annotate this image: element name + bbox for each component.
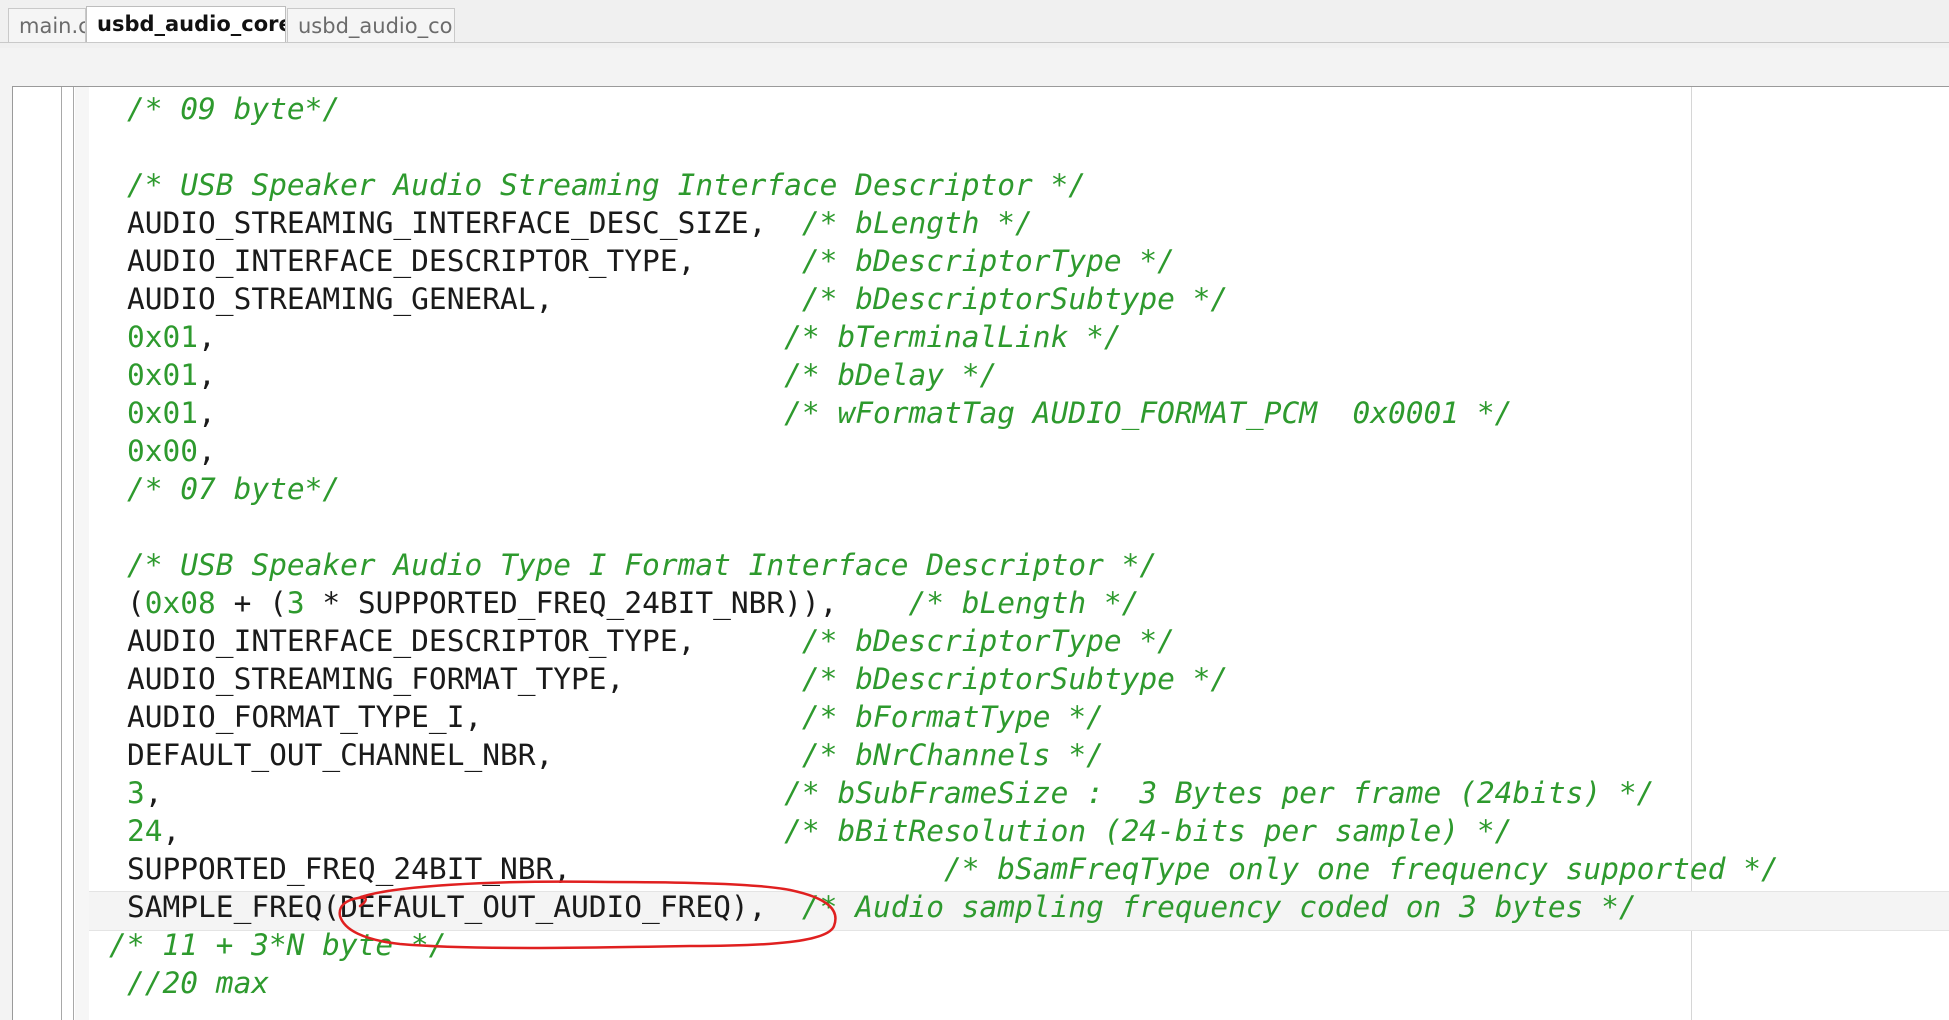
comment: /* bDelay */ <box>784 358 998 392</box>
comment: /* 09 byte*/ <box>127 92 341 126</box>
code-token: AUDIO_FORMAT_TYPE_I, <box>127 700 802 734</box>
fold-margin <box>75 87 89 1020</box>
code-line: //20 max <box>127 964 269 1002</box>
code-token: AUDIO_INTERFACE_DESCRIPTOR_TYPE, <box>127 244 802 278</box>
comment: /* bLength */ <box>908 586 1140 620</box>
code-token: ( <box>127 586 145 620</box>
tab-main-c[interactable]: main.c <box>8 8 86 42</box>
code-token: AUDIO_INTERFACE_DESCRIPTOR_TYPE, <box>127 624 802 658</box>
comment: /* bNrChannels */ <box>801 738 1104 772</box>
number-literal: 0x01 <box>127 358 199 392</box>
number-literal: 3 <box>127 776 145 810</box>
code-line: /* 11 + 3*N byte */ <box>109 926 446 964</box>
editor-gutter <box>13 87 89 1020</box>
tab-label: main.c <box>19 14 86 38</box>
comment: /* bSamFreqType only one frequency suppo… <box>943 852 1779 886</box>
code-line: AUDIO_STREAMING_GENERAL, /* bDescriptorS… <box>127 280 1228 318</box>
code-token: , <box>198 358 785 392</box>
comment: /* USB Speaker Audio Type I Format Inter… <box>127 548 1158 582</box>
comment: //20 max <box>127 966 270 1000</box>
code-token: * SUPPORTED_FREQ_24BIT_NBR)), <box>304 586 909 620</box>
code-token: , <box>198 396 785 430</box>
code-token: AUDIO_STREAMING_FORMAT_TYPE, <box>127 662 802 696</box>
code-token: AUDIO_STREAMING_INTERFACE_DESC_SIZE, <box>127 206 802 240</box>
comment: /* USB Speaker Audio Streaming Interface… <box>127 168 1087 202</box>
number-literal: 24 <box>127 814 163 848</box>
code-line: AUDIO_STREAMING_INTERFACE_DESC_SIZE, /* … <box>127 204 1033 242</box>
comment: /* bDescriptorSubtype */ <box>801 662 1229 696</box>
tab-label: usbd_audio_core.c <box>97 12 285 36</box>
comment: /* bTerminalLink */ <box>784 320 1122 354</box>
number-literal: 0x00 <box>127 434 199 468</box>
code-line: AUDIO_STREAMING_FORMAT_TYPE, /* bDescrip… <box>127 660 1228 698</box>
tab-label: usbd_audio_cor... <box>298 14 454 38</box>
tab-usbd-audio-core-h[interactable]: usbd_audio_cor... <box>287 8 455 42</box>
code-line: 0x01, /* bTerminalLink */ <box>127 318 1122 356</box>
comment: /* wFormatTag AUDIO_FORMAT_PCM 0x0001 */ <box>784 396 1513 430</box>
comment: /* bBitResolution (24-bits per sample) *… <box>784 814 1513 848</box>
code-line: /* USB Speaker Audio Type I Format Inter… <box>127 546 1157 584</box>
code-token: , <box>162 814 785 848</box>
comment: /* 11 + 3*N byte */ <box>109 928 447 962</box>
code-line: /* 07 byte*/ <box>127 470 340 508</box>
number-literal: 0x08 <box>144 586 216 620</box>
code-line: DEFAULT_OUT_CHANNEL_NBR, /* bNrChannels … <box>127 736 1104 774</box>
code-token: AUDIO_STREAMING_GENERAL, <box>127 282 802 316</box>
code-line: 24, /* bBitResolution (24-bits per sampl… <box>127 812 1512 850</box>
code-token: , <box>198 320 785 354</box>
comment: /* bFormatType */ <box>801 700 1104 734</box>
code-line: (0x08 + (3 * SUPPORTED_FREQ_24BIT_NBR)),… <box>127 584 1139 622</box>
code-line: AUDIO_INTERFACE_DESCRIPTOR_TYPE, /* bDes… <box>127 622 1175 660</box>
comment: /* bDescriptorType */ <box>801 624 1175 658</box>
comment: /* 07 byte*/ <box>127 472 341 506</box>
comment: /* bLength */ <box>801 206 1033 240</box>
code-line: 0x00, <box>127 432 216 470</box>
code-line: 3, /* bSubFrameSize : 3 Bytes per frame … <box>127 774 1654 812</box>
tab-usbd-audio-core-c[interactable]: usbd_audio_core.c × <box>86 6 286 43</box>
code-line: 0x01, /* bDelay */ <box>127 356 997 394</box>
comment: /* bDescriptorType */ <box>801 244 1175 278</box>
editor-tab-bar: main.c usbd_audio_core.c × usbd_audio_co… <box>0 0 1949 48</box>
code-line: /* 09 byte*/ <box>127 90 340 128</box>
code-token: , <box>144 776 785 810</box>
code-token: SAMPLE_FREQ(DEFAULT_OUT_AUDIO_FREQ), <box>127 890 802 924</box>
comment: /* bSubFrameSize : 3 Bytes per frame (24… <box>784 776 1655 810</box>
gutter-divider <box>73 87 74 1020</box>
code-token: + ( <box>215 586 287 620</box>
code-token: , <box>198 434 216 468</box>
code-line: AUDIO_FORMAT_TYPE_I, /* bFormatType */ <box>127 698 1104 736</box>
code-line: SUPPORTED_FREQ_24BIT_NBR, /* bSamFreqTyp… <box>127 850 1779 888</box>
code-token: SUPPORTED_FREQ_24BIT_NBR, <box>127 852 944 886</box>
code-line-current: SAMPLE_FREQ(DEFAULT_OUT_AUDIO_FREQ), /* … <box>127 888 1637 926</box>
comment: /* Audio sampling frequency coded on 3 b… <box>801 890 1637 924</box>
code-line: 0x01, /* wFormatTag AUDIO_FORMAT_PCM 0x0… <box>127 394 1512 432</box>
code-line: AUDIO_INTERFACE_DESCRIPTOR_TYPE, /* bDes… <box>127 242 1175 280</box>
number-literal: 3 <box>286 586 305 620</box>
number-literal: 0x01 <box>127 396 199 430</box>
comment: /* bDescriptorSubtype */ <box>801 282 1229 316</box>
code-token: DEFAULT_OUT_CHANNEL_NBR, <box>127 738 802 772</box>
tab-bar-divider <box>0 42 1949 43</box>
number-literal: 0x01 <box>127 320 199 354</box>
gutter-divider <box>61 87 62 1020</box>
code-line: /* USB Speaker Audio Streaming Interface… <box>127 166 1086 204</box>
